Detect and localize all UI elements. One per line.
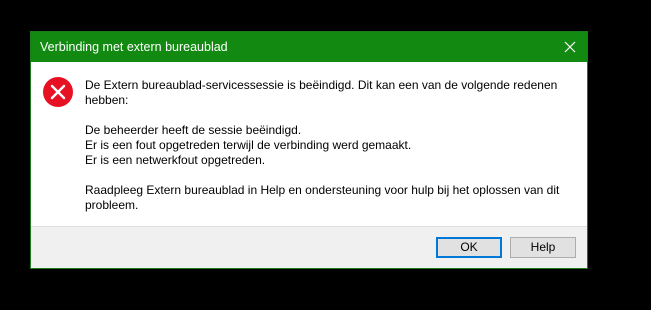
reason-line: Er is een netwerkfout opgetreden. xyxy=(85,153,266,167)
help-button[interactable]: Help xyxy=(510,237,576,258)
dialog-content: De Extern bureaublad-servicessessie is b… xyxy=(31,62,587,226)
title-bar[interactable]: Verbinding met extern bureaublad xyxy=(31,32,587,62)
help-line: probleem. xyxy=(85,198,139,212)
message-line: hebben: xyxy=(85,93,129,107)
ok-button[interactable]: OK xyxy=(436,237,502,258)
help-line: Raadpleeg Extern bureaublad in Help en o… xyxy=(85,183,560,197)
close-button[interactable] xyxy=(553,32,587,62)
error-message: De Extern bureaublad-servicessessie is b… xyxy=(85,78,565,213)
error-icon xyxy=(43,77,73,107)
button-bar: OK Help xyxy=(31,226,587,268)
reason-line: De beheerder heeft de sessie beëindigd. xyxy=(85,123,302,137)
close-icon xyxy=(564,41,576,53)
reason-line: Er is een fout opgetreden terwijl de ver… xyxy=(85,138,412,152)
window-title: Verbinding met extern bureaublad xyxy=(40,40,228,54)
message-line: De Extern bureaublad-servicessessie is b… xyxy=(85,78,558,92)
dialog-window: Verbinding met extern bureaublad De Exte… xyxy=(30,31,588,269)
